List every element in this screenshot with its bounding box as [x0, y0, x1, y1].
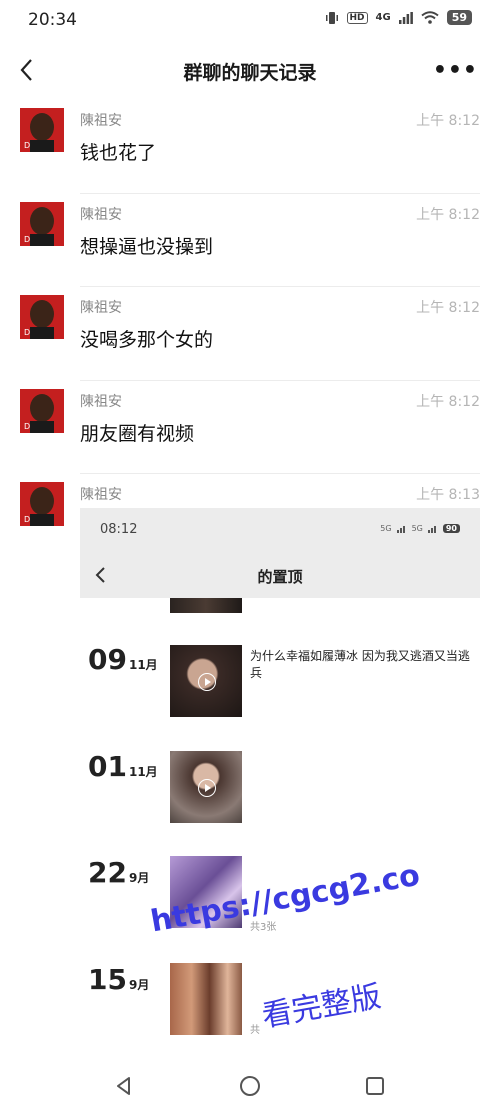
avatar[interactable]: D — [20, 108, 64, 152]
message-item[interactable]: D 陳祖安 上午 8:12 钱也花了 — [0, 100, 500, 194]
message-time: 上午 8:13 — [416, 487, 480, 503]
play-icon — [198, 779, 216, 797]
svg-text:D: D — [24, 328, 30, 337]
message-item[interactable]: D 陳祖安 上午 8:12 想操逼也没操到 — [0, 194, 500, 288]
recents-square-icon[interactable] — [364, 1075, 386, 1097]
message-text: 想操逼也没操到 — [80, 235, 214, 258]
embedded-signal-b: 5G — [411, 524, 423, 533]
embedded-status-time: 08:12 — [100, 522, 138, 537]
status-icons: HD 4G 59 — [325, 10, 472, 25]
moment-thumbnail — [170, 598, 242, 613]
sender-name: 陳祖安 — [80, 206, 122, 223]
sender-name: 陳祖安 — [80, 300, 122, 316]
moment-date: 15 9月 — [88, 963, 150, 996]
battery-indicator: 59 — [446, 10, 472, 25]
moment-caption: 为什么幸福如履薄冰 因为我又逃酒又当逃兵 — [250, 649, 470, 680]
avatar[interactable]: D — [20, 388, 64, 433]
avatar[interactable]: D — [20, 482, 64, 526]
moment-date: 01 11月 — [88, 750, 158, 783]
embedded-status-icons: 5G 5G 90 — [380, 524, 460, 533]
embedded-screenshot-image[interactable]: 08:12 5G 5G 90 的置顶 09 11月 为什么幸福如履薄冰 因为我又逃… — [80, 508, 480, 1053]
embedded-status-bar: 08:12 5G 5G 90 — [80, 508, 480, 552]
embedded-battery: 90 — [442, 524, 460, 533]
photo-count: 共 — [250, 1025, 260, 1036]
moment-photo-grid — [170, 963, 242, 1035]
system-navigation-bar — [0, 1057, 500, 1115]
message-item[interactable]: D 陳祖安 上午 8:12 没喝多那个女的 — [0, 287, 500, 381]
status-bar: 20:34 HD 4G 59 — [0, 0, 500, 40]
signal-icon — [398, 11, 413, 24]
svg-text:D: D — [24, 515, 30, 524]
avatar[interactable]: D — [20, 295, 64, 339]
home-circle-icon[interactable] — [239, 1075, 261, 1097]
moment-video-thumbnail — [170, 751, 242, 823]
sender-name: 陳祖安 — [80, 393, 122, 410]
network-label: 4G — [375, 12, 391, 23]
moment-date: 09 11月 — [88, 643, 158, 676]
message-time: 上午 8:12 — [416, 393, 480, 410]
message-time: 上午 8:12 — [416, 113, 480, 129]
message-text: 朋友圈有视频 — [80, 422, 195, 445]
message-text: 钱也花了 — [80, 142, 157, 164]
back-triangle-icon[interactable] — [113, 1075, 135, 1097]
sender-name: 陳祖安 — [80, 113, 122, 129]
message-list: D 陳祖安 上午 8:12 钱也花了 D 陳祖安 上午 8:12 想操逼也没操到… — [0, 100, 500, 568]
sender-name: 陳祖安 — [80, 487, 122, 503]
embedded-signal-a: 5G — [380, 524, 392, 533]
vibrate-icon — [325, 11, 338, 24]
message-item[interactable]: D 陳祖安 上午 8:12 朋友圈有视频 — [0, 381, 500, 475]
status-time: 20:34 — [28, 10, 77, 30]
hd-badge: HD — [346, 11, 368, 24]
page-title: 群聊的聊天记录 — [183, 62, 317, 84]
svg-text:D: D — [24, 235, 30, 244]
more-options-button[interactable]: ••• — [433, 58, 478, 83]
message-text: 没喝多那个女的 — [80, 329, 214, 351]
play-icon — [198, 673, 216, 691]
signal-icon — [427, 525, 436, 533]
embedded-nav-bar: 的置顶 — [80, 552, 480, 598]
message-time: 上午 8:12 — [416, 206, 480, 223]
embedded-title: 的置顶 — [257, 568, 303, 586]
svg-text:D: D — [24, 141, 30, 150]
message-time: 上午 8:12 — [416, 300, 480, 316]
nav-bar: 群聊的聊天记录 ••• — [0, 46, 500, 94]
signal-icon — [396, 525, 405, 533]
svg-text:D: D — [24, 422, 30, 431]
moment-video-thumbnail — [170, 645, 242, 717]
moment-date: 22 9月 — [88, 856, 150, 889]
avatar[interactable]: D — [20, 201, 64, 246]
wifi-icon — [421, 11, 439, 24]
